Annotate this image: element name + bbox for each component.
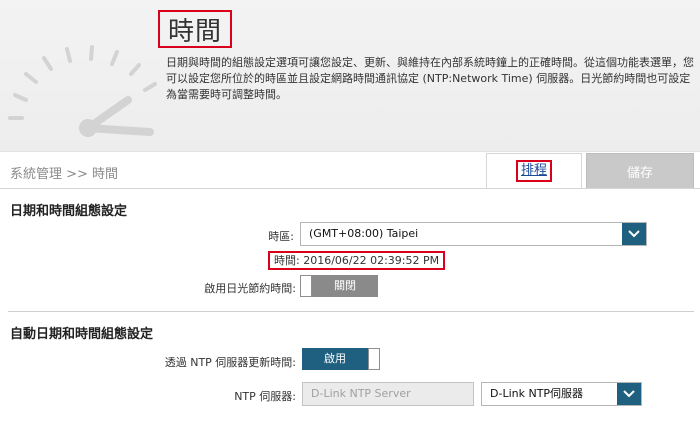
dst-label: 啟用日光節約時間: [204,282,296,295]
page-description: 日期與時間的組態設定選項可讓您設定、更新、與維持在內部系統時鐘上的正確時間。從這… [166,56,694,101]
schedule-link[interactable]: 排程 [515,160,552,182]
clock-illustration-icon [8,45,157,137]
nav-divider [0,188,700,189]
ntp-toggle-knob [368,348,380,370]
save-button[interactable]: 儲存 [586,153,694,189]
timezone-select[interactable]: (GMT+08:00) Taipei [300,222,647,246]
ntp-server-select[interactable]: D-Link NTP伺服器 [481,382,642,406]
breadcrumb: 系統管理 >> 時間 [10,167,119,182]
page-header: 時間 日期與時間的組態設定選項可讓您設定、更新、與維持在內部系統時鐘上的正確時間… [0,0,700,152]
ntp-server-select-value: D-Link NTP伺服器 [490,387,584,400]
dst-toggle-knob [300,275,312,297]
page-title: 時間 [167,16,222,47]
ntp-server-label: NTP 伺服器: [234,390,296,403]
ntp-toggle[interactable]: 啟用 [302,348,380,370]
ntp-server-input[interactable]: D-Link NTP Server [302,382,474,406]
datetime-section-title: 日期和時間組態設定 [10,204,128,219]
ntp-update-label: 透過 NTP 伺服器更新時間: [164,356,296,369]
timezone-label: 時區: [268,230,294,243]
page-title-box: 時間 [158,10,232,48]
ntp-toggle-state: 啟用 [302,348,368,370]
current-time: 時間: 2016/06/22 02:39:52 PM [268,251,446,270]
dst-toggle-state: 關閉 [312,275,378,297]
chevron-down-icon[interactable] [617,383,641,405]
auto-section-title: 自動日期和時間組態設定 [10,327,154,342]
chevron-down-icon[interactable] [622,223,646,245]
dst-toggle[interactable]: 關閉 [300,275,378,297]
timezone-value: (GMT+08:00) Taipei [309,227,419,240]
schedule-button[interactable]: 排程 [486,153,582,189]
section-divider [8,311,694,312]
